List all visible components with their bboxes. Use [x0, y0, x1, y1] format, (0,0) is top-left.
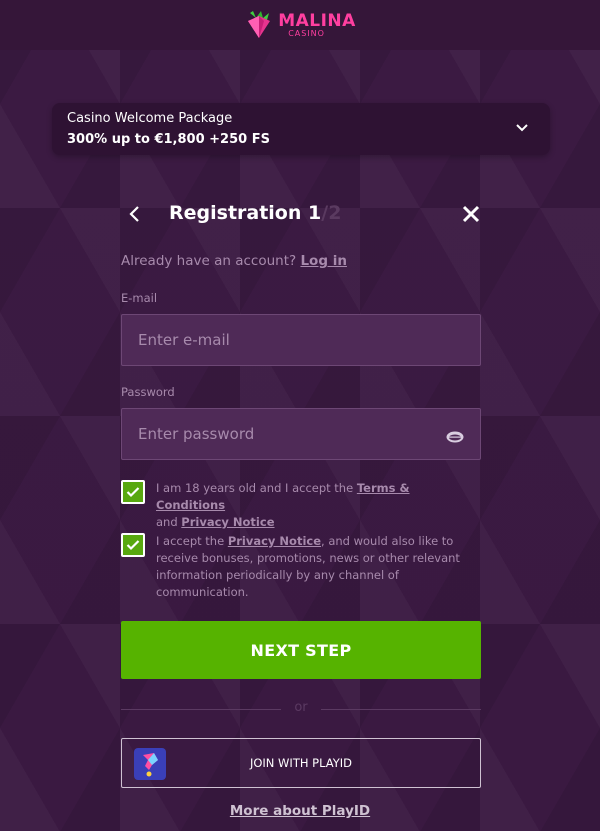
playid-label: JOIN WITH PLAYID — [249, 756, 353, 770]
next-step-button[interactable]: NEXT STEP — [121, 621, 481, 679]
marketing-checkbox[interactable] — [121, 533, 145, 557]
registration-header: Registration 1/2 — [121, 198, 481, 230]
join-with-playid-button[interactable]: JOIN WITH PLAYID — [121, 738, 481, 788]
password-label: Password — [121, 385, 175, 399]
promo-title: Casino Welcome Package — [67, 111, 233, 126]
age-terms-and: and — [156, 515, 178, 529]
eye-icon[interactable] — [446, 428, 464, 443]
top-bar: MALINA CASINO — [0, 0, 600, 50]
chevron-down-icon[interactable] — [514, 120, 530, 136]
age-terms-consent: I am 18 years old and I accept the Terms… — [121, 480, 481, 531]
marketing-privacy-link[interactable]: Privacy Notice — [228, 534, 321, 548]
raspberry-gem-icon — [244, 10, 274, 40]
or-divider: or — [121, 700, 481, 718]
registration-title-text: Registration — [169, 202, 302, 224]
or-text: or — [294, 700, 308, 715]
playid-logo-icon — [134, 748, 166, 780]
age-terms-checkbox[interactable] — [121, 480, 145, 504]
privacy-notice-link[interactable]: Privacy Notice — [181, 515, 274, 529]
email-field[interactable] — [138, 331, 464, 349]
marketing-consent: I accept the Privacy Notice, and would a… — [121, 533, 481, 601]
email-field-wrapper — [121, 314, 481, 366]
marketing-prefix: I accept the — [156, 534, 225, 548]
email-label: E-mail — [121, 291, 158, 305]
brand-name: MALINA — [278, 10, 356, 31]
login-prompt: Already have an account? Log in — [121, 253, 347, 269]
check-icon — [126, 487, 140, 498]
more-about-playid-link[interactable]: More about PlayID — [0, 803, 600, 819]
age-terms-text: I am 18 years old and I accept the Terms… — [156, 480, 481, 531]
brand-logo[interactable]: MALINA CASINO — [244, 10, 356, 40]
check-icon — [126, 540, 140, 551]
registration-step-total: /2 — [321, 202, 342, 224]
close-icon[interactable] — [461, 204, 481, 224]
registration-step: 1 — [308, 202, 322, 224]
welcome-package-dropdown[interactable]: Casino Welcome Package 300% up to €1,800… — [52, 103, 550, 155]
chevron-left-icon[interactable] — [127, 204, 141, 224]
divider-line-right — [321, 709, 481, 710]
promo-offer: 300% up to €1,800 +250 FS — [67, 132, 270, 147]
login-link[interactable]: Log in — [300, 253, 346, 269]
registration-title: Registration 1/2 — [169, 202, 341, 224]
brand-tagline: CASINO — [288, 28, 325, 38]
marketing-text: I accept the Privacy Notice, and would a… — [156, 533, 481, 601]
age-terms-prefix: I am 18 years old and I accept the — [156, 481, 354, 495]
password-field[interactable] — [138, 425, 446, 443]
login-prompt-text: Already have an account? — [121, 253, 297, 269]
password-field-wrapper — [121, 408, 481, 460]
